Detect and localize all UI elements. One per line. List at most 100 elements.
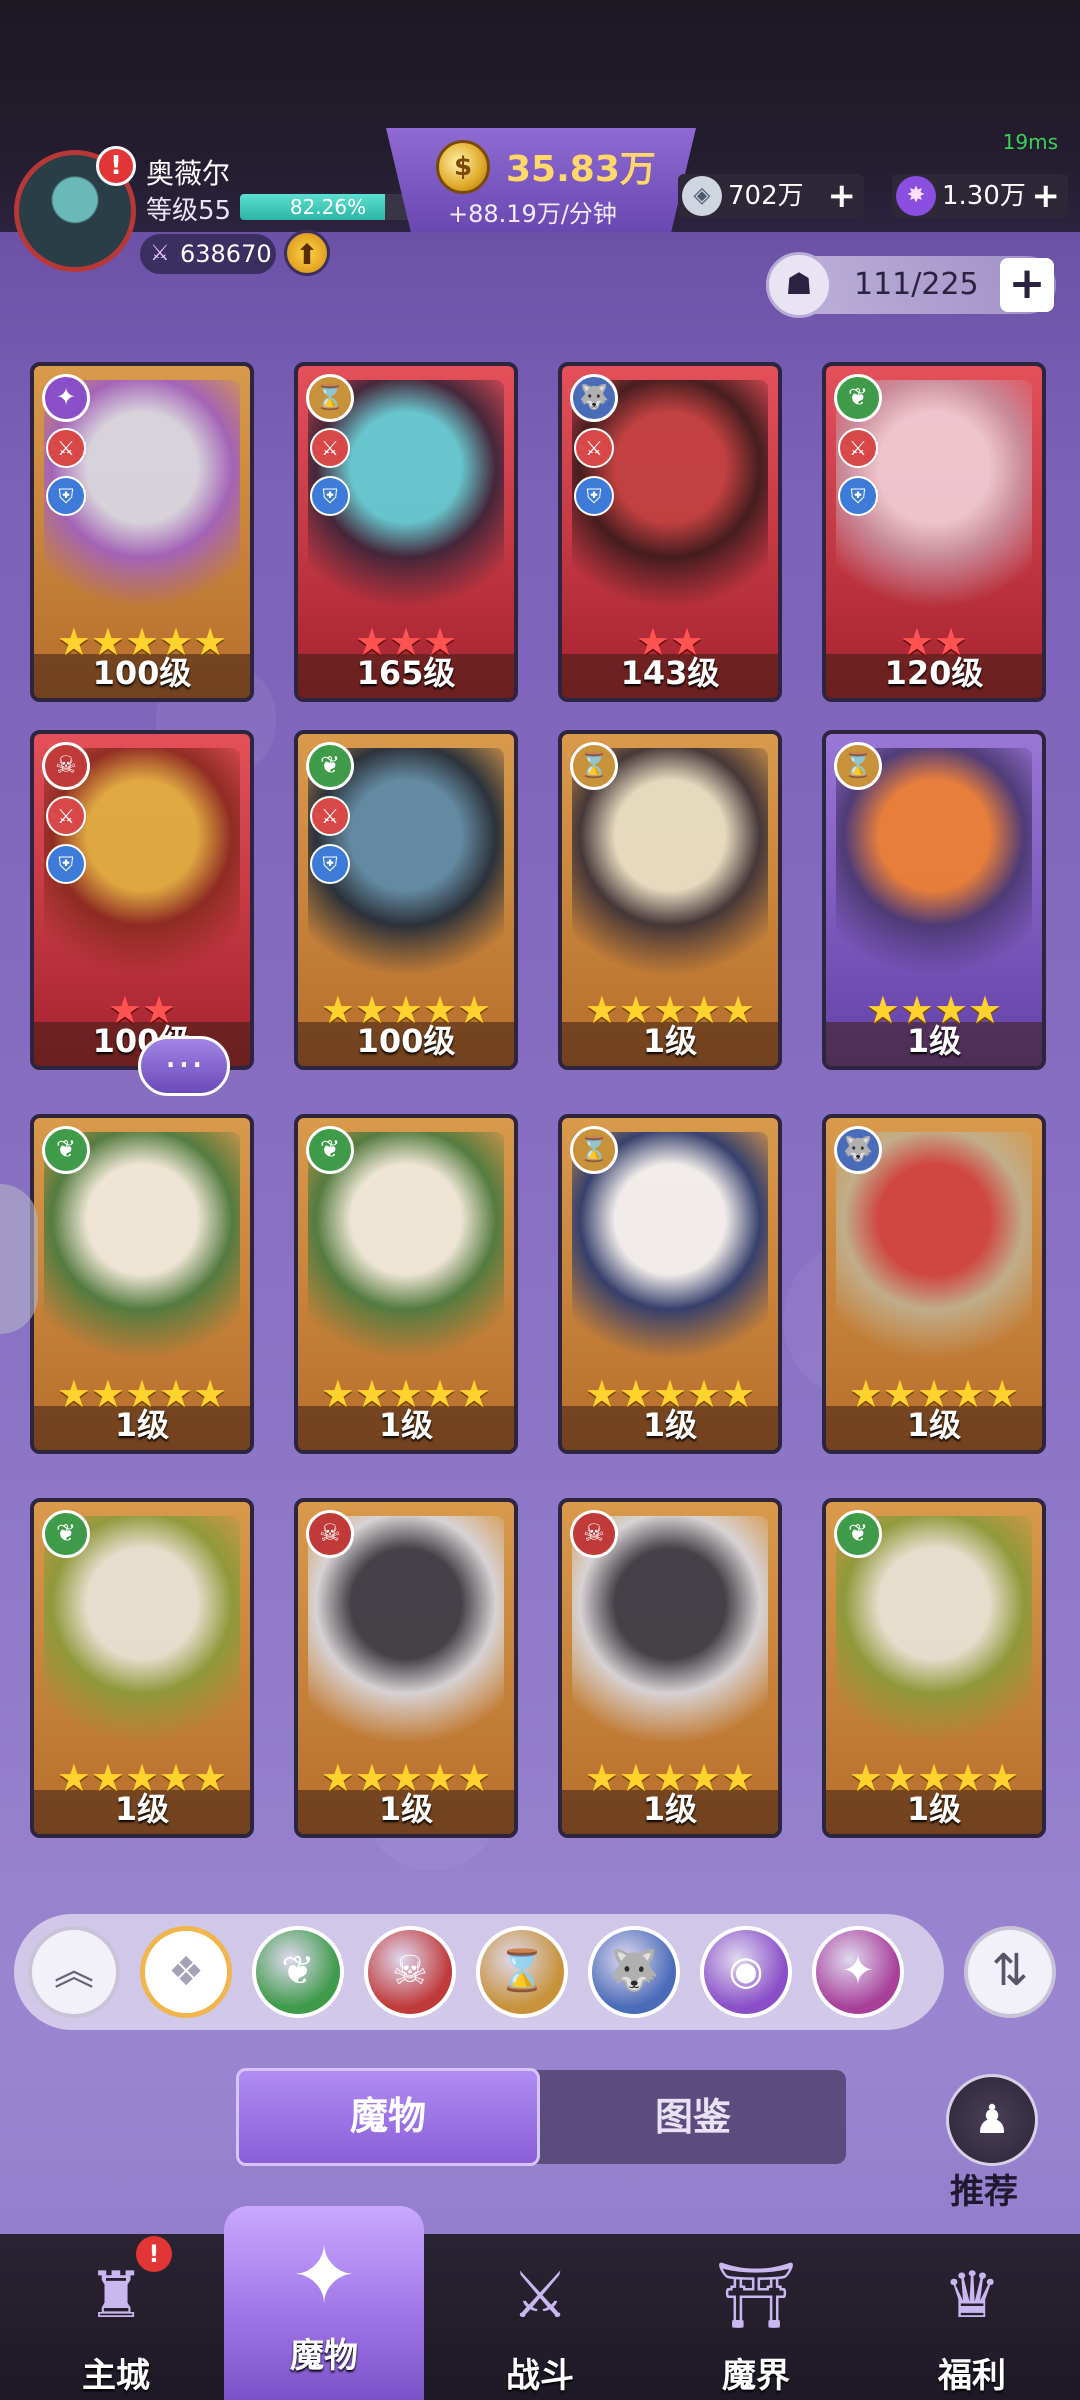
crystal-star-icon: ✸ [896, 176, 936, 216]
chat-bubble-icon[interactable]: ⋯ [138, 1036, 230, 1096]
monster-card[interactable]: ☠ ⚔ ⛨ ★★ 100级 [30, 730, 254, 1070]
wolf-faction-icon: 🐺 [834, 1126, 882, 1174]
leaf-faction-icon: ❦ [42, 1126, 90, 1174]
power-display: ⚔ 638670 [140, 234, 276, 274]
wolf-faction-icon: 🐺 [570, 374, 618, 422]
monster-level: 1级 [378, 1406, 434, 1444]
nav-label: 主城 [82, 2356, 150, 2396]
leaf-faction-icon: ❦ [834, 374, 882, 422]
monster-card[interactable]: ☠ ★★★★★ 1级 [294, 1498, 518, 1838]
sword-icon: ⚔ [150, 241, 170, 266]
monster-level: 120级 [884, 654, 984, 692]
monster-level: 100级 [92, 654, 192, 692]
gems-resource: ◈ 702万 + [678, 174, 864, 218]
nav-label: 魔界 [722, 2356, 790, 2396]
shuriken-faction-icon[interactable]: ✦ [812, 1926, 904, 2018]
defense-badge-icon: ⛨ [838, 476, 878, 516]
monster-card[interactable]: ☠ ★★★★★ 1级 [558, 1498, 782, 1838]
demon-realm-icon: ⛩ [715, 2259, 797, 2333]
nav-label: 战斗 [506, 2356, 574, 2396]
monster-level: 1级 [906, 1790, 962, 1828]
crystals-resource: ✸ 1.30万 + [892, 174, 1068, 218]
monster-capacity: ☗ 111/225 + [766, 252, 1056, 318]
nav-demon-realm[interactable]: ⛩ 魔界 [656, 2234, 856, 2400]
wolf-faction-icon[interactable]: 🐺 [588, 1926, 680, 2018]
hourglass-faction-icon: ⌛ [834, 742, 882, 790]
recommend-button[interactable]: ♟ [946, 2074, 1038, 2166]
demon-faction-icon: ☠ [570, 1510, 618, 1558]
monster-card[interactable]: ✦ ⚔ ⛨ ★★★★★ 100级 [30, 362, 254, 702]
monster-card[interactable]: ❦ ★★★★★ 1级 [30, 1498, 254, 1838]
add-gems-button[interactable]: + [828, 174, 857, 218]
monster-card[interactable]: ⌛ ★★★★★ 1级 [558, 730, 782, 1070]
power-up-button[interactable]: ⬆ [284, 230, 330, 276]
capacity-text: 111/225 [854, 267, 979, 302]
leaf-faction-icon: ❦ [834, 1510, 882, 1558]
tab-monsters[interactable]: 魔物 [236, 2068, 540, 2166]
ping-indicator: 19ms [1002, 130, 1058, 154]
monster-card[interactable]: ❦ ★★★★★ 1级 [294, 1114, 518, 1454]
nav-monster-flame[interactable]: ✦ 魔物 [224, 2206, 424, 2400]
gold-amount: 35.83万 [506, 149, 656, 190]
defense-badge-icon: ⛨ [574, 476, 614, 516]
nav-alert-icon: ! [136, 2236, 172, 2272]
all-factions-icon[interactable]: ❖ [140, 1926, 232, 2018]
monster-level: 100级 [356, 1022, 456, 1060]
exp-bar: 82.26% [240, 194, 416, 220]
add-crystals-button[interactable]: + [1032, 174, 1061, 218]
nav-label: 福利 [938, 2356, 1006, 2396]
attack-badge-icon: ⚔ [46, 796, 86, 836]
sort-button[interactable]: ⇅ [964, 1926, 1056, 2018]
monster-card[interactable]: 🐺 ★★★★★ 1级 [822, 1114, 1046, 1454]
monster-slot-icon: ☗ [766, 252, 832, 318]
gold-rate: +88.19万/分钟 [448, 200, 617, 228]
monster-level: 1级 [114, 1406, 170, 1444]
eye-faction-icon[interactable]: ◉ [700, 1926, 792, 2018]
hourglass-faction-icon[interactable]: ⌛ [476, 1926, 568, 2018]
nav-sword-shield[interactable]: ⚔ 战斗 [440, 2234, 640, 2400]
leaf-faction-icon[interactable]: ❦ [252, 1926, 344, 2018]
sword-shield-icon: ⚔ [511, 2259, 569, 2333]
monster-level: 165级 [356, 654, 456, 692]
exp-text: 82.26% [289, 195, 367, 219]
monster-card[interactable]: ❦ ⚔ ⛨ ★★ 120级 [822, 362, 1046, 702]
nav-label: 魔物 [290, 2336, 358, 2376]
monster-card[interactable]: ❦ ⚔ ⛨ ★★★★★ 100级 [294, 730, 518, 1070]
monster-card[interactable]: ❦ ★★★★★ 1级 [30, 1114, 254, 1454]
monster-card[interactable]: 🐺 ⚔ ⛨ ★★ 143级 [558, 362, 782, 702]
demon-faction-icon[interactable]: ☠ [364, 1926, 456, 2018]
nav-treasure-chest[interactable]: ♛ 福利 [872, 2234, 1072, 2400]
gem-icon: ◈ [682, 176, 722, 216]
defense-badge-icon: ⛨ [310, 844, 350, 884]
demon-faction-icon: ☠ [42, 742, 90, 790]
monster-level: 1级 [642, 1406, 698, 1444]
attack-badge-icon: ⚔ [46, 428, 86, 468]
tab-codex[interactable]: 图鉴 [540, 2070, 846, 2164]
nav-castle[interactable]: ♜ 主城 [16, 2234, 216, 2400]
monster-level: 1级 [906, 1022, 962, 1060]
expand-capacity-button[interactable]: + [1000, 258, 1054, 312]
collapse-icon[interactable]: ︽ [28, 1926, 120, 2018]
monster-level: 1级 [378, 1790, 434, 1828]
attack-badge-icon: ⚔ [310, 796, 350, 836]
side-drawer-tab[interactable] [0, 1184, 38, 1334]
defense-badge-icon: ⛨ [310, 476, 350, 516]
monster-card[interactable]: ⌛ ★★★★ 1级 [822, 730, 1046, 1070]
demon-faction-icon: ☠ [306, 1510, 354, 1558]
avatar-alert-icon: ! [96, 146, 136, 186]
monster-level: 1级 [906, 1406, 962, 1444]
hourglass-faction-icon: ⌛ [570, 742, 618, 790]
monster-level: 1级 [642, 1022, 698, 1060]
player-name: 奥薇尔 [146, 157, 231, 190]
leaf-faction-icon: ❦ [306, 1126, 354, 1174]
defense-badge-icon: ⛨ [46, 476, 86, 516]
gold-coin-icon: $ [436, 140, 490, 194]
crystals-value: 1.30万 [942, 181, 1026, 211]
defense-badge-icon: ⛨ [46, 844, 86, 884]
monster-level: 143级 [620, 654, 720, 692]
hourglass-faction-icon: ⌛ [570, 1126, 618, 1174]
recommend-label: 推荐 [950, 2172, 1018, 2212]
monster-card[interactable]: ⌛ ⚔ ⛨ ★★★ 165级 [294, 362, 518, 702]
monster-card[interactable]: ⌛ ★★★★★ 1级 [558, 1114, 782, 1454]
monster-card[interactable]: ❦ ★★★★★ 1级 [822, 1498, 1046, 1838]
